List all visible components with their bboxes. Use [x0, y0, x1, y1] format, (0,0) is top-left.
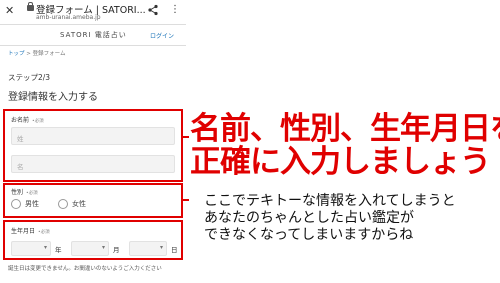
year-unit: 年 [55, 246, 62, 254]
required-badge: •必須 [32, 119, 44, 124]
connector-line-name [183, 136, 189, 138]
gender-option-male[interactable]: 男性 [11, 199, 39, 209]
page-url[interactable]: amb-uranai.ameba.jp [36, 14, 101, 21]
annotation-headline-line1: 名前、性別、生年月日を [190, 111, 500, 147]
breadcrumb-separator: > [26, 51, 31, 57]
step-indicator: ステップ2/3 [8, 73, 51, 82]
login-link[interactable]: ログイン [150, 31, 174, 40]
form-heading: 登録情報を入力する [8, 92, 98, 103]
dob-label-text: 生年月日 [11, 228, 36, 235]
close-icon[interactable]: ✕ [5, 5, 14, 17]
site-logo[interactable]: SATORI 電話占い [60, 30, 127, 40]
year-select[interactable]: ▾ [11, 241, 51, 256]
annotation-body-line3: できなくなってしまいますからね [204, 227, 414, 243]
required-badge: •必須 [26, 191, 38, 196]
gender-label-text: 性別 [11, 189, 24, 196]
month-unit: 月 [113, 246, 120, 254]
breadcrumb-current: 登録フォーム [32, 51, 66, 57]
breadcrumb-home[interactable]: トップ [8, 51, 25, 57]
last-name-input[interactable]: 姓 [11, 127, 175, 145]
first-name-input[interactable]: 名 [11, 155, 175, 173]
gender-male-label: 男性 [25, 200, 39, 208]
annotation-body-line1: ここでテキトーな情報を入れてしまうと [204, 193, 456, 209]
gender-label: 性別 •必須 [11, 187, 38, 196]
first-name-placeholder: 名 [17, 163, 24, 171]
phone-screenshot: ✕ 登録フォーム | SATORI... amb-uranai.ameba.jp… [0, 0, 186, 283]
required-badge: •必須 [38, 230, 50, 235]
more-menu-icon[interactable]: ⋮ [170, 5, 180, 15]
connector-line-gender [183, 199, 189, 201]
gender-section-highlight: 性別 •必須 男性 女性 [3, 183, 183, 218]
name-label: お名前 •必須 [11, 115, 44, 124]
dob-section-highlight: 生年月日 •必須 ▾ 年 ▾ 月 ▾ 日 [3, 220, 183, 260]
last-name-placeholder: 姓 [17, 135, 24, 143]
dob-note: 誕生日は変更できません。お間違いのないようご入力ください [8, 266, 162, 272]
gender-female-label: 女性 [72, 200, 86, 208]
radio-female[interactable] [58, 199, 68, 209]
month-select[interactable]: ▾ [71, 241, 109, 256]
chevron-down-icon: ▾ [101, 244, 105, 251]
name-section-highlight: お名前 •必須 姓 名 [3, 109, 183, 182]
lock-icon [27, 2, 34, 11]
radio-male[interactable] [11, 199, 21, 209]
browser-bar: ✕ 登録フォーム | SATORI... amb-uranai.ameba.jp… [0, 0, 186, 24]
day-select[interactable]: ▾ [129, 241, 167, 256]
site-header: SATORI 電話占い ログイン [0, 24, 186, 46]
annotation-body-line2: あなたのちゃんとした占い鑑定が [204, 210, 414, 226]
day-unit: 日 [171, 246, 178, 254]
chevron-down-icon: ▾ [43, 244, 47, 251]
breadcrumb: トップ > 登録フォーム [8, 49, 65, 57]
gender-option-female[interactable]: 女性 [58, 199, 86, 209]
annotation-headline-line2: 正確に入力しましょう [190, 144, 491, 180]
name-label-text: お名前 [11, 117, 30, 124]
chevron-down-icon: ▾ [159, 244, 163, 251]
dob-label: 生年月日 •必須 [11, 226, 50, 235]
share-icon[interactable] [147, 4, 159, 16]
